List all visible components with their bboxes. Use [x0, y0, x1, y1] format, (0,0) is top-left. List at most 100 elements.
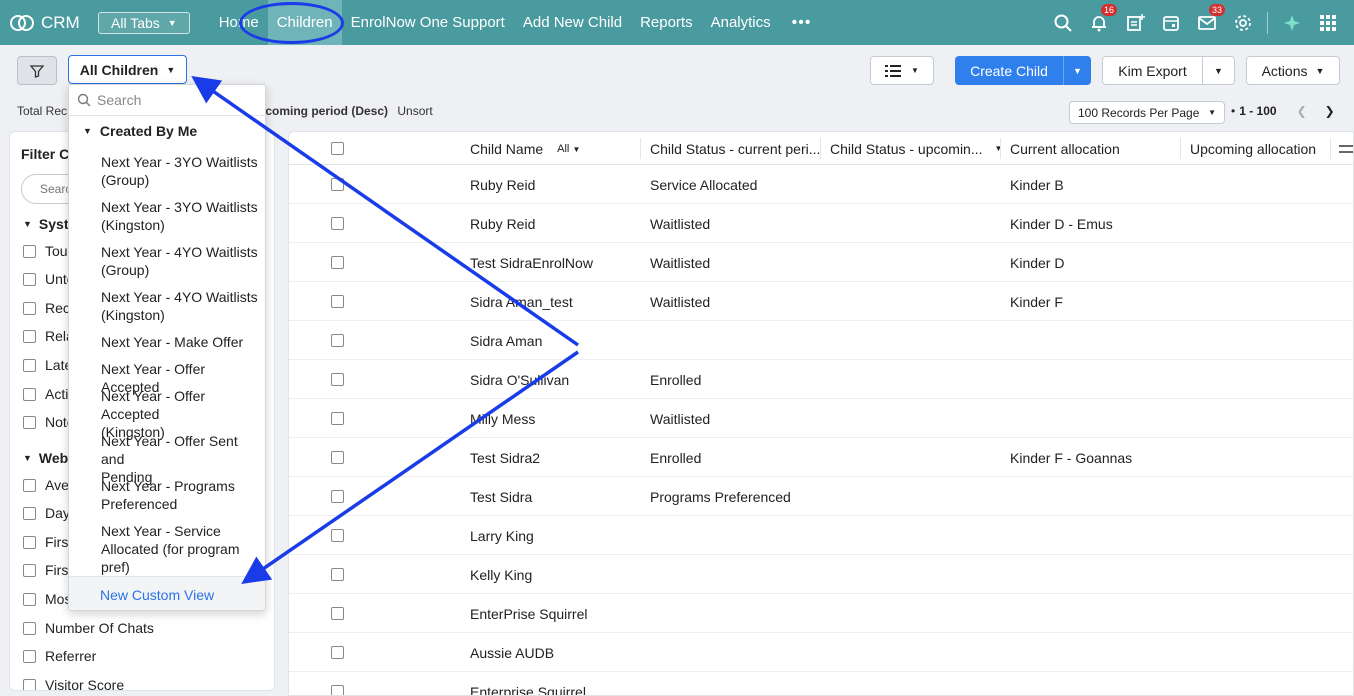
view-option[interactable]: Next Year - 4YO Waitlists (Group) [101, 243, 261, 279]
row-checkbox[interactable] [331, 178, 344, 191]
table-row[interactable]: Kelly King [289, 555, 1353, 594]
filter-item[interactable]: Visitor Score [23, 677, 124, 690]
filter-item[interactable]: Note [23, 414, 75, 430]
row-checkbox[interactable] [331, 373, 344, 386]
nav-tab-home[interactable]: Home [210, 0, 268, 45]
kim-export-button[interactable]: Kim Export [1103, 57, 1202, 84]
column-header-status-upcoming[interactable]: Child Status - upcomin... ▼ [830, 132, 1000, 165]
checkbox[interactable] [23, 329, 36, 343]
nav-tab-reports[interactable]: Reports [631, 0, 702, 45]
filter-item[interactable]: Mos [23, 591, 71, 607]
checkbox[interactable] [23, 678, 36, 690]
list-view-toggle[interactable]: ▼ [870, 56, 934, 85]
view-option[interactable]: Next Year - 3YO Waitlists (Group) [101, 153, 261, 189]
mail-icon[interactable]: 33 [1189, 0, 1226, 45]
view-option[interactable]: Next Year - Make Offer [101, 333, 261, 351]
checkbox[interactable] [23, 563, 36, 577]
unsort-link[interactable]: Unsort [397, 104, 432, 118]
table-row[interactable]: Sidra Aman_test Waitlisted Kinder F [289, 282, 1353, 321]
filter-item[interactable]: Touc [23, 243, 75, 259]
crm-logo[interactable]: CRM [8, 13, 90, 33]
zia-sparkle-icon[interactable] [1274, 0, 1310, 45]
cell-child-name[interactable]: Test Sidra2 [470, 438, 540, 477]
cell-child-name[interactable]: Ruby Reid [470, 204, 535, 243]
row-checkbox[interactable] [331, 295, 344, 308]
kim-export-dropdown-toggle[interactable]: ▼ [1202, 57, 1234, 84]
records-per-page-select[interactable]: 100 Records Per Page ▼ [1069, 101, 1225, 124]
search-icon[interactable] [1045, 0, 1081, 45]
filter-item[interactable]: First [23, 562, 72, 578]
table-row[interactable]: Larry King [289, 516, 1353, 555]
table-row[interactable]: Sidra O'Sullivan Enrolled [289, 360, 1353, 399]
cell-child-name[interactable]: Kelly King [470, 555, 532, 594]
cell-child-name[interactable]: Enterprise Squirrel [470, 672, 586, 696]
create-child-button[interactable]: Create Child [955, 56, 1063, 85]
notifications-bell-icon[interactable]: 16 [1081, 0, 1118, 45]
cell-child-name[interactable]: Larry King [470, 516, 534, 555]
view-option[interactable]: Next Year - 3YO Waitlists (Kingston) [101, 198, 261, 234]
actions-button[interactable]: Actions ▼ [1246, 56, 1340, 85]
cell-child-name[interactable]: Sidra O'Sullivan [470, 360, 569, 399]
more-tabs-icon[interactable]: ••• [780, 14, 824, 32]
child-name-filter[interactable]: All ▼ [557, 143, 580, 155]
table-row[interactable]: Test SidraEnrolNow Waitlisted Kinder D [289, 243, 1353, 282]
cell-child-name[interactable]: Aussie AUDB [470, 633, 554, 672]
filter-item[interactable]: Late [23, 357, 72, 373]
cell-child-name[interactable]: EnterPrise Squirrel [470, 594, 588, 633]
table-row[interactable]: Ruby Reid Waitlisted Kinder D - Emus [289, 204, 1353, 243]
next-page-icon[interactable]: ❯ [1325, 104, 1335, 118]
row-checkbox[interactable] [331, 334, 344, 347]
filter-item[interactable]: Acti [23, 386, 68, 402]
view-option[interactable]: Next Year - Service Allocated (for progra… [101, 522, 261, 576]
calendar-icon[interactable] [1153, 0, 1189, 45]
checkbox[interactable] [23, 387, 36, 401]
create-child-dropdown-toggle[interactable]: ▼ [1063, 56, 1091, 85]
row-checkbox[interactable] [331, 217, 344, 230]
cell-child-name[interactable]: Ruby Reid [470, 165, 535, 204]
row-checkbox[interactable] [331, 529, 344, 542]
cell-child-name[interactable]: Test Sidra [470, 477, 532, 516]
table-row[interactable]: Milly Mess Waitlisted [289, 399, 1353, 438]
row-checkbox[interactable] [331, 412, 344, 425]
row-checkbox[interactable] [331, 646, 344, 659]
new-custom-view-link[interactable]: New Custom View [69, 576, 265, 610]
checkbox[interactable] [23, 415, 36, 429]
checkbox[interactable] [23, 272, 36, 286]
filter-item[interactable]: Aver [23, 477, 74, 493]
column-header-current-allocation[interactable]: Current allocation [1010, 132, 1180, 165]
row-checkbox[interactable] [331, 451, 344, 464]
view-option[interactable]: Next Year - 4YO Waitlists (Kingston) [101, 288, 261, 324]
previous-page-icon[interactable]: ❮ [1297, 104, 1307, 118]
row-checkbox[interactable] [331, 256, 344, 269]
checkbox[interactable] [23, 358, 36, 372]
view-option[interactable]: Next Year - Programs Preferenced [101, 477, 261, 513]
filter-item[interactable]: Rela [23, 328, 74, 344]
row-checkbox[interactable] [331, 490, 344, 503]
add-record-icon[interactable] [1117, 0, 1153, 45]
table-row[interactable]: EnterPrise Squirrel [289, 594, 1353, 633]
all-tabs-button[interactable]: All Tabs ▼ [98, 11, 190, 34]
column-settings-icon[interactable] [1339, 132, 1353, 165]
row-checkbox[interactable] [331, 685, 344, 695]
filter-item[interactable]: Referrer [23, 648, 96, 664]
checkbox[interactable] [23, 478, 36, 492]
group-created-by-me[interactable]: ▼ Created By Me [83, 123, 197, 139]
column-header-child-name[interactable]: Child Name All ▼ [470, 132, 630, 165]
filter-item[interactable]: First [23, 534, 72, 550]
view-search-input[interactable]: Search [69, 85, 265, 116]
checkbox[interactable] [23, 301, 36, 315]
filter-item[interactable]: Day [23, 505, 70, 521]
table-row[interactable]: Enterprise Squirrel [289, 672, 1353, 696]
select-all-checkbox[interactable] [331, 142, 344, 155]
row-checkbox[interactable] [331, 568, 344, 581]
cell-child-name[interactable]: Test SidraEnrolNow [470, 243, 593, 282]
nav-tab-add-new-child[interactable]: Add New Child [514, 0, 631, 45]
app-grid-icon[interactable] [1310, 0, 1346, 45]
filter-item[interactable]: Unto [23, 271, 75, 287]
table-row[interactable]: Sidra Aman [289, 321, 1353, 360]
table-row[interactable]: Ruby Reid Service Allocated Kinder B [289, 165, 1353, 204]
nav-tab-analytics[interactable]: Analytics [702, 0, 780, 45]
custom-view-selector[interactable]: All Children ▼ [68, 55, 187, 84]
checkbox[interactable] [23, 621, 36, 635]
nav-tab-enrolnow-support[interactable]: EnrolNow One Support [342, 0, 514, 45]
